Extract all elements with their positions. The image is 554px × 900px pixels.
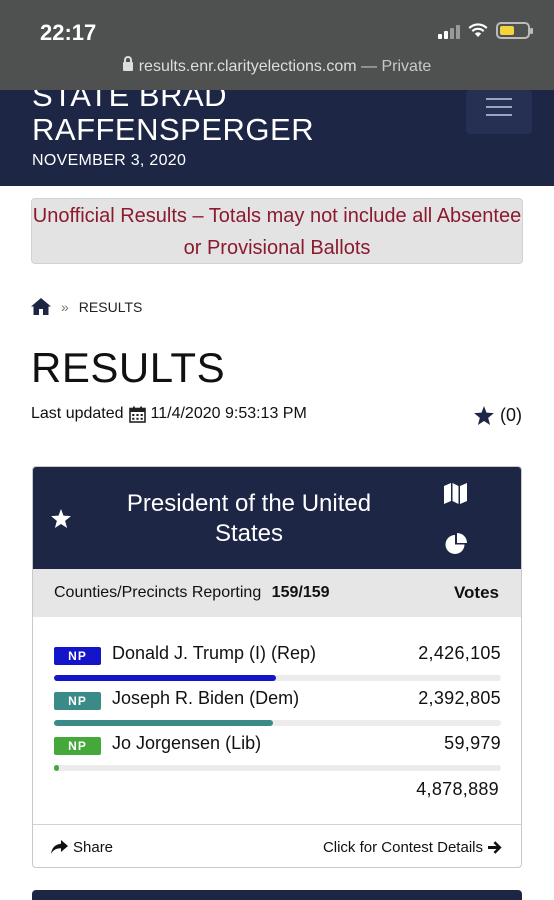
- header-date: NOVEMBER 3, 2020: [32, 152, 187, 169]
- vote-share-bar: [54, 720, 274, 726]
- candidate-name: Jo Jorgensen (Lib): [112, 733, 262, 753]
- share-button[interactable]: Share: [51, 839, 113, 856]
- contest-card: President of the United States Counties/…: [32, 466, 522, 868]
- contest-title[interactable]: President of the United States: [103, 489, 395, 549]
- arrow-right-icon: [488, 840, 502, 854]
- reporting-summary: Counties/Precincts Reporting 159/159: [54, 584, 454, 602]
- candidate-votes: 59,979: [444, 733, 501, 753]
- party-badge: NP: [54, 737, 101, 755]
- status-time: 22:17: [40, 20, 97, 45]
- reporting-value: 159/159: [271, 584, 330, 601]
- favorites-button[interactable]: (0): [474, 405, 522, 426]
- votes-column-header: Votes: [453, 583, 499, 602]
- header-title-line2: RAFFENSPERGER: [32, 112, 315, 147]
- url-bar[interactable]: results.enr.clarityelections.com — Priva…: [0, 56, 554, 76]
- calendar-icon: [128, 406, 146, 423]
- hamburger-menu-button[interactable]: [466, 90, 532, 134]
- lock-icon: [122, 56, 133, 71]
- header-title-line1: STATE BRAD: [32, 90, 228, 113]
- url-text: results.enr.clarityelections.com: [138, 58, 357, 75]
- site-header: STATE BRAD RAFFENSPERGER NOVEMBER 3, 202…: [0, 90, 554, 186]
- contest-card-header: President of the United States: [33, 467, 521, 569]
- breadcrumb: » RESULTS: [31, 298, 142, 315]
- vote-share-track: [54, 675, 501, 681]
- status-bar: 22:17 results.enr.clarityelections.com —…: [0, 0, 554, 90]
- status-icons: [438, 22, 533, 39]
- map-icon[interactable]: [444, 483, 467, 504]
- last-updated-label: Last updated: [31, 405, 124, 422]
- cellular-signal-icon: [438, 23, 460, 39]
- total-votes: 4,878,889: [416, 779, 499, 799]
- page-title: RESULTS: [31, 344, 226, 391]
- share-arrow-icon: [51, 840, 68, 854]
- candidate-votes: 2,426,105: [418, 643, 501, 663]
- battery-icon: [496, 22, 533, 39]
- candidate-votes: 2,392,805: [418, 688, 501, 708]
- reporting-row: Counties/Precincts Reporting 159/159 Vot…: [33, 569, 521, 617]
- contest-details-link[interactable]: Click for Contest Details: [323, 839, 502, 856]
- vote-share-bar: [54, 675, 277, 681]
- vote-share-track: [54, 720, 501, 726]
- last-updated: Last updated 11/4/2020 9:53:13 PM: [31, 405, 307, 423]
- contest-details-label: Click for Contest Details: [322, 838, 483, 856]
- wifi-icon: [468, 23, 488, 37]
- candidate-row: NP Donald J. Trump (I) (Rep) 2,426,105: [54, 643, 501, 683]
- breadcrumb-current: RESULTS: [78, 298, 143, 315]
- party-badge: NP: [54, 692, 101, 710]
- candidate-row: NP Jo Jorgensen (Lib) 59,979: [54, 733, 501, 773]
- party-badge: NP: [54, 647, 101, 665]
- candidate-name: Joseph R. Biden (Dem): [112, 688, 300, 708]
- favorite-contest-icon[interactable]: [51, 509, 71, 528]
- reporting-label: Counties/Precincts Reporting: [54, 584, 262, 601]
- private-mode-label: Private: [381, 58, 432, 75]
- url-separator: —: [361, 58, 378, 75]
- unofficial-results-banner: Unofficial Results – Totals may not incl…: [31, 198, 523, 264]
- star-icon: [474, 406, 494, 425]
- next-contest-card: [32, 890, 522, 900]
- last-updated-value: 11/4/2020 9:53:13 PM: [150, 405, 307, 422]
- share-label: Share: [73, 838, 114, 856]
- candidate-name: Donald J. Trump (I) (Rep): [112, 643, 317, 663]
- breadcrumb-separator: »: [61, 298, 69, 315]
- home-icon[interactable]: [31, 298, 51, 315]
- contest-card-footer: Share Click for Contest Details: [33, 824, 521, 867]
- vote-share-bar: [54, 765, 60, 771]
- vote-share-track: [54, 765, 501, 771]
- candidate-row: NP Joseph R. Biden (Dem) 2,392,805: [54, 688, 501, 728]
- pie-chart-icon[interactable]: [445, 533, 467, 555]
- favorites-count: (0): [500, 405, 522, 425]
